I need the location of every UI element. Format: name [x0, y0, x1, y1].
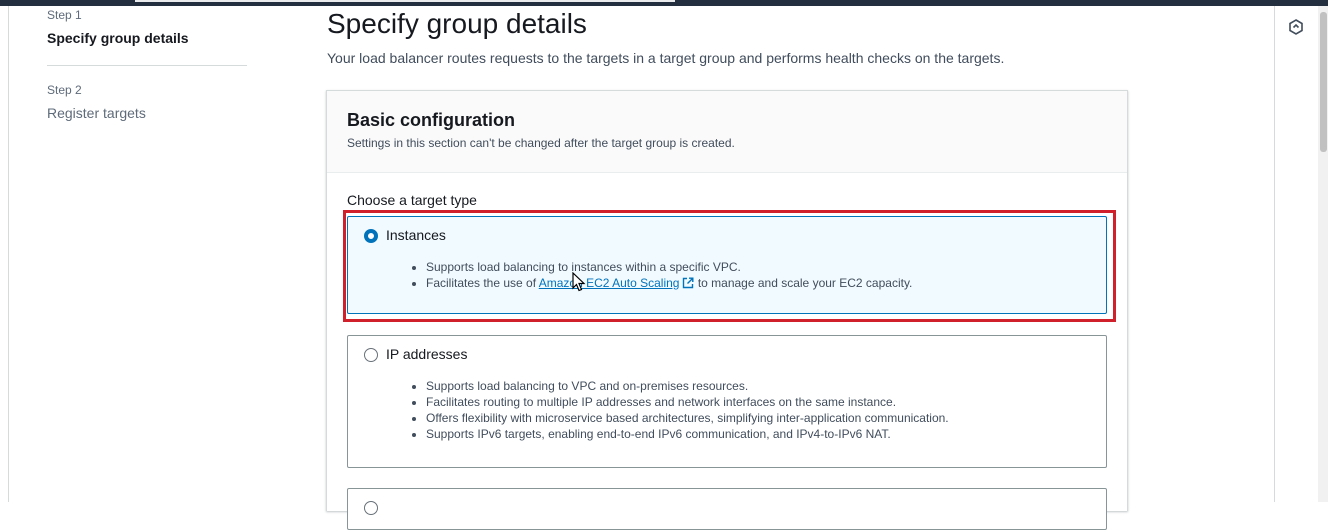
- right-rail-divider: [1274, 6, 1275, 502]
- step-2-link[interactable]: Register targets: [47, 105, 146, 121]
- left-edge-divider: [8, 6, 9, 502]
- instances-title: Instances: [386, 227, 446, 243]
- ip-addresses-bullets: Supports load balancing to VPC and on-pr…: [410, 378, 949, 442]
- page-description: Your load balancer routes requests to th…: [327, 50, 1005, 66]
- ip-addresses-radio[interactable]: [364, 348, 378, 362]
- target-type-next-tile[interactable]: [347, 488, 1107, 530]
- mouse-cursor-icon: [572, 272, 586, 292]
- list-item: Supports IPv6 targets, enabling end-to-e…: [426, 426, 949, 442]
- bullet-text: Facilitates the use of: [426, 276, 539, 290]
- ec2-auto-scaling-link[interactable]: Amazon EC2 Auto Scaling: [539, 276, 680, 290]
- instances-radio[interactable]: [364, 229, 378, 243]
- top-navigation-bar: [0, 0, 1328, 6]
- link-text: Amazon EC2 Auto Scaling: [538, 276, 680, 290]
- page-title: Specify group details: [327, 8, 587, 39]
- panel-subtitle: Settings in this section can't be change…: [347, 136, 735, 150]
- browser-tab-strip: [135, 0, 675, 2]
- scrollbar-thumb[interactable]: [1320, 12, 1327, 152]
- panel-title: Basic configuration: [347, 110, 516, 130]
- list-item: Offers flexibility with microservice bas…: [426, 410, 949, 426]
- list-item: Facilitates the use of Amazon EC2 Auto S…: [426, 275, 912, 291]
- step-2-caption: Step 2: [47, 83, 82, 97]
- next-option-radio[interactable]: [364, 501, 378, 515]
- list-item: Supports load balancing to instances wit…: [426, 259, 912, 275]
- target-type-ip-addresses-tile[interactable]: IP addresses Supports load balancing to …: [347, 335, 1107, 468]
- info-panel-icon[interactable]: [1287, 18, 1305, 36]
- step-divider: [47, 65, 247, 66]
- list-item: Facilitates routing to multiple IP addre…: [426, 394, 949, 410]
- step-1-link[interactable]: Specify group details: [47, 30, 189, 46]
- basic-configuration-panel: Basic configuration Settings in this sec…: [326, 90, 1128, 530]
- instances-bullets: Supports load balancing to instances wit…: [410, 259, 912, 291]
- ip-addresses-title: IP addresses: [386, 346, 468, 362]
- external-link-icon[interactable]: [682, 277, 694, 289]
- target-type-label: Choose a target type: [347, 192, 477, 208]
- step-1-caption: Step 1: [47, 8, 82, 22]
- target-type-instances-tile[interactable]: Instances Supports load balancing to ins…: [347, 216, 1107, 314]
- panel-header: Basic configuration Settings in this sec…: [327, 91, 1127, 173]
- list-item: Supports load balancing to VPC and on-pr…: [426, 378, 949, 394]
- bullet-text: to manage and scale your EC2 capacity.: [694, 276, 913, 290]
